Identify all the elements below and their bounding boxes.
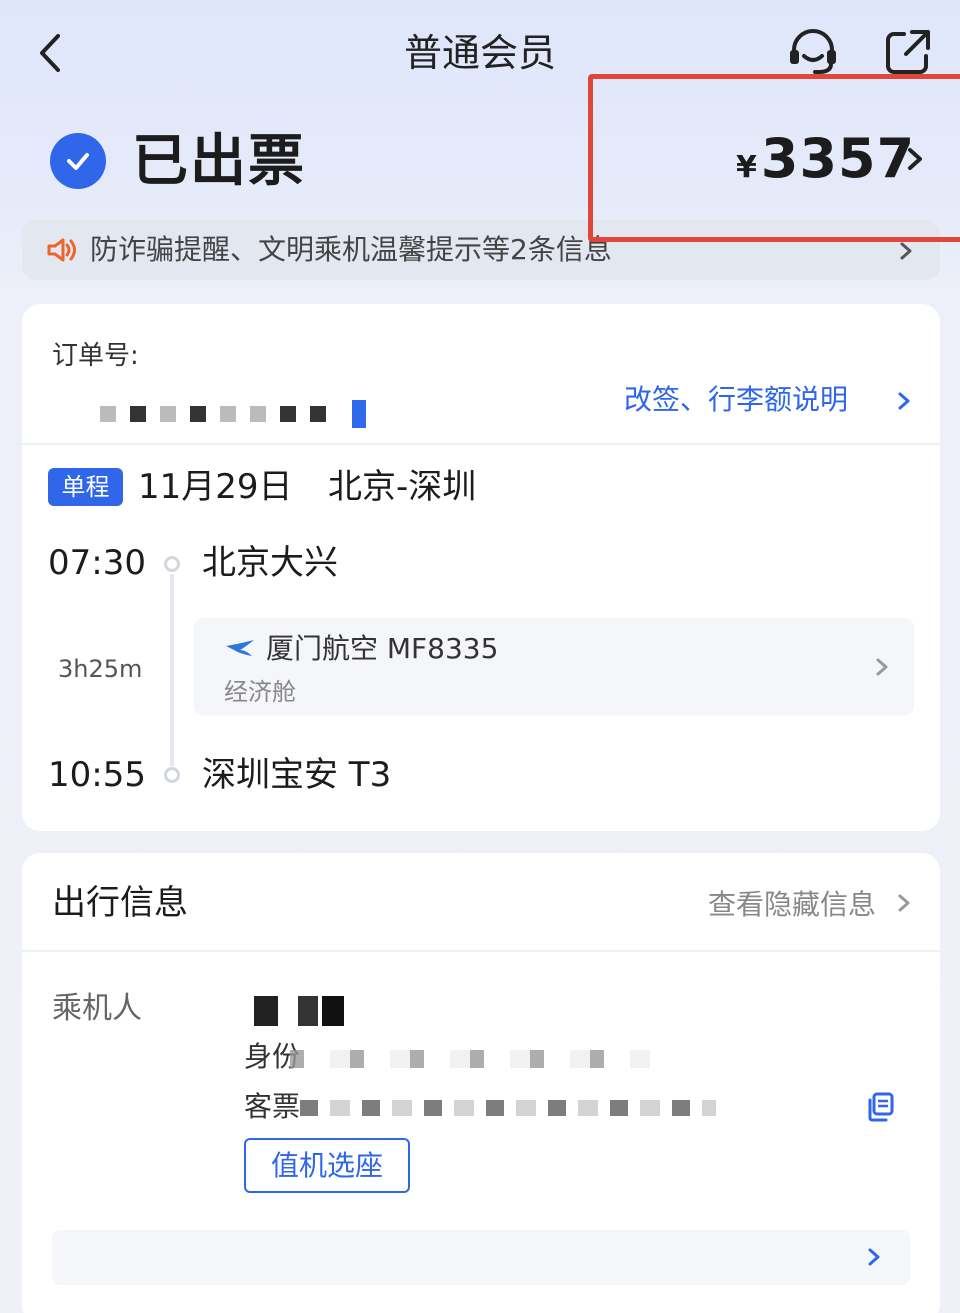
order-number-label: 订单号: xyxy=(52,341,139,371)
departure-time: 07:30 xyxy=(48,543,146,583)
notice-text: 防诈骗提醒、文明乘机温馨提示等2条信息 xyxy=(90,233,612,266)
arrival-dot xyxy=(164,767,180,783)
chevron-right-icon[interactable] xyxy=(874,656,890,678)
airline-logo-icon xyxy=(226,640,254,656)
trip-route: 北京-深圳 xyxy=(328,467,477,507)
cabin-class: 经济舱 xyxy=(224,678,296,706)
highlight-box xyxy=(588,74,960,242)
ticket-label: 客票 xyxy=(244,1090,301,1123)
arrival-airport: 深圳宝安 T3 xyxy=(202,755,392,795)
collapsed-row[interactable] xyxy=(52,1230,910,1285)
ticket-status: 已出票 xyxy=(132,129,306,194)
flight-duration: 3h25m xyxy=(58,655,143,683)
chevron-right-icon[interactable] xyxy=(896,390,912,412)
arrival-time: 10:55 xyxy=(48,755,146,795)
checkin-seat-button[interactable]: 值机选座 xyxy=(244,1138,410,1193)
chevron-right-icon[interactable] xyxy=(896,892,912,914)
divider xyxy=(22,443,940,445)
chevron-right-icon[interactable] xyxy=(898,240,914,262)
copy-icon[interactable] xyxy=(866,1092,894,1122)
show-hidden-info-link[interactable]: 查看隐藏信息 xyxy=(708,886,876,924)
check-icon xyxy=(50,133,106,189)
order-number-redacted xyxy=(100,400,420,428)
flight-number: 厦门航空 MF8335 xyxy=(266,632,499,665)
divider xyxy=(22,950,940,952)
chevron-right-icon[interactable] xyxy=(866,1246,882,1268)
timeline xyxy=(170,574,174,766)
trip-type-badge: 单程 xyxy=(48,468,123,506)
ticket-number-redacted xyxy=(300,1100,716,1116)
departure-airport: 北京大兴 xyxy=(202,543,338,583)
share-icon[interactable] xyxy=(884,28,932,76)
id-number-redacted xyxy=(290,1050,650,1068)
rules-link[interactable]: 改签、行李额说明 xyxy=(624,380,848,420)
passenger-label: 乘机人 xyxy=(52,991,142,1026)
trip-date: 11月29日 xyxy=(138,467,293,507)
section-title: 出行信息 xyxy=(52,883,188,923)
departure-dot xyxy=(164,556,180,572)
customer-service-icon[interactable] xyxy=(786,26,840,78)
passenger-name-redacted xyxy=(254,996,344,1026)
speaker-icon xyxy=(47,238,76,262)
